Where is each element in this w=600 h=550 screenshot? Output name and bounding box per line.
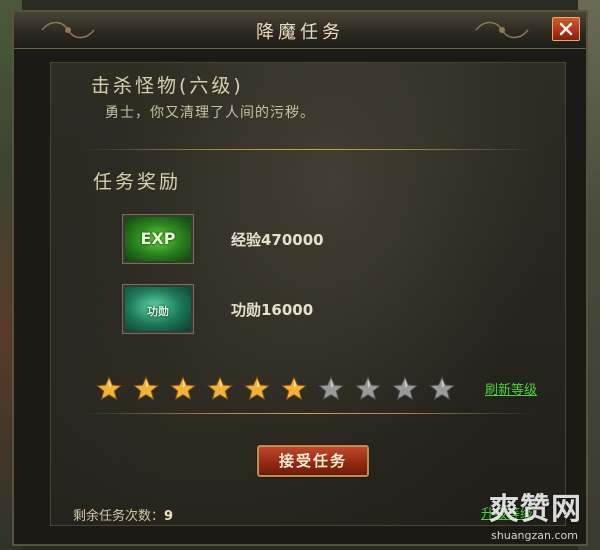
star-filled-icon	[132, 375, 160, 401]
merit-icon-text: 功勋	[147, 305, 169, 318]
star-filled-icon	[95, 375, 123, 401]
remaining-label: 剩余任务次数：	[73, 509, 165, 524]
remaining-count: 剩余任务次数：9	[73, 505, 173, 524]
close-button[interactable]	[552, 17, 580, 41]
quest-window: 降魔任务 击杀怪物(六级) 勇士，你又清理了人间的污秽。 任务奖励 EXP 经验…	[12, 10, 588, 546]
quest-panel: 击杀怪物(六级) 勇士，你又清理了人间的污秽。 任务奖励 EXP 经验47000…	[50, 62, 566, 526]
star-filled-icon	[169, 375, 197, 401]
accept-quest-button[interactable]: 接受任务	[257, 445, 369, 477]
exp-icon[interactable]: EXP	[122, 214, 194, 264]
star-empty-icon	[391, 375, 419, 401]
divider	[81, 149, 537, 150]
rewards-heading: 任务奖励	[93, 171, 182, 193]
watermark-brand: 爽赞网	[489, 492, 582, 527]
quest-name: 击杀怪物(六级)	[91, 75, 244, 97]
remaining-value: 9	[164, 509, 174, 524]
star-empty-icon	[354, 375, 382, 401]
title-bar[interactable]: 降魔任务	[14, 12, 586, 49]
quest-description: 勇士，你又清理了人间的污秽。	[105, 105, 315, 121]
exp-reward-label: 经验470000	[231, 231, 324, 249]
ornament-right-icon	[475, 21, 529, 39]
star-filled-icon	[243, 375, 271, 401]
star-filled-icon	[280, 375, 308, 401]
merit-reward-label: 功勋16000	[231, 301, 314, 319]
star-empty-icon	[428, 375, 456, 401]
divider	[81, 413, 537, 414]
exp-icon-text: EXP	[140, 229, 176, 248]
star-empty-icon	[317, 375, 345, 401]
merit-icon[interactable]: 功勋	[122, 284, 194, 334]
refresh-level-link[interactable]: 刷新等级	[485, 379, 537, 398]
close-icon	[559, 22, 573, 36]
star-filled-icon	[206, 375, 234, 401]
watermark-url: shuangzan.com	[491, 529, 578, 542]
